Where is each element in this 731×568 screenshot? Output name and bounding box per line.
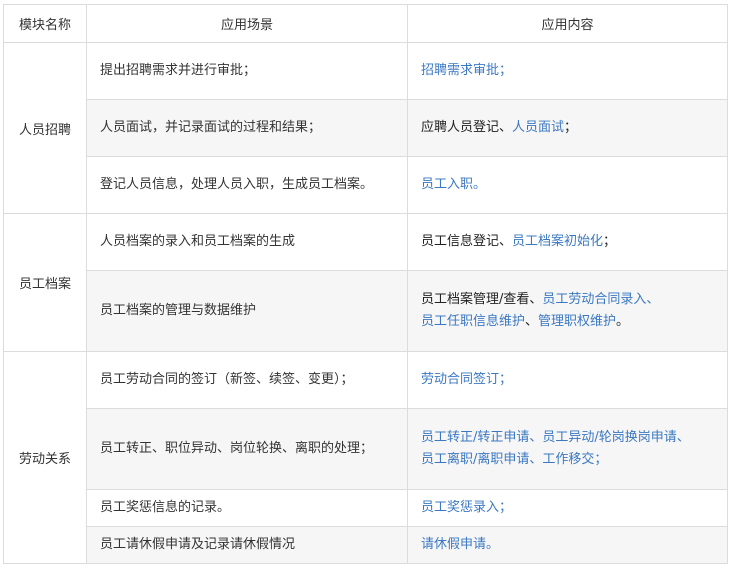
content-line: 员工信息登记、员工档案初始化；	[421, 231, 721, 253]
header-module: 模块名称	[3, 4, 87, 43]
header-content: 应用内容	[407, 4, 728, 43]
scene-cell: 员工奖惩信息的记录。	[86, 489, 408, 527]
content-link[interactable]: 员工奖惩录入	[421, 500, 499, 515]
scene-cell: 员工劳动合同的签订（新签、续签、变更）；	[86, 351, 408, 409]
content-line: 员工奖惩录入；	[421, 497, 721, 519]
content-link[interactable]: 、	[529, 452, 542, 467]
content-cell: 请休假申请。	[407, 526, 728, 564]
content-line: 招聘需求审批；	[421, 60, 721, 82]
content-cell: 员工奖惩录入；	[407, 489, 728, 527]
content-link[interactable]: 员工入职	[421, 177, 473, 192]
scene-cell: 登记人员信息，处理人员入职，生成员工档案。	[86, 156, 408, 214]
module-cell-recruitment: 人员招聘	[3, 42, 87, 214]
content-link[interactable]: 员工转正/转正申请	[421, 430, 529, 445]
content-cell: 员工信息登记、员工档案初始化；	[407, 213, 728, 271]
content-line: 员工任职信息维护、管理职权维护。	[421, 311, 721, 333]
content-line: 劳动合同签订；	[421, 369, 721, 391]
content-text: 员工档案管理/查看	[421, 292, 530, 307]
content-link[interactable]: 人员面试	[512, 120, 564, 135]
content-text: 、	[525, 314, 539, 329]
content-cell: 员工入职。	[407, 156, 728, 214]
content-link[interactable]: 劳动合同签订	[421, 372, 499, 387]
content-link[interactable]: ；	[594, 452, 607, 467]
scene-cell: 员工转正、职位异动、岗位轮换、离职的处理；	[86, 408, 408, 490]
content-link[interactable]: 招聘需求审批	[421, 63, 499, 78]
content-link[interactable]: 请休假申请	[421, 537, 486, 552]
content-text: 员工信息登记	[421, 234, 500, 249]
scene-cell: 人员档案的录入和员工档案的生成	[86, 213, 408, 271]
content-text: 。	[616, 314, 630, 329]
content-link[interactable]: 员工离职/离职申请	[421, 452, 529, 467]
content-cell: 招聘需求审批；	[407, 42, 728, 100]
content-link[interactable]: ；	[499, 500, 512, 515]
content-text: ；	[603, 234, 617, 249]
content-text: 应聘人员登记	[421, 120, 500, 135]
content-link[interactable]: 、	[677, 430, 690, 445]
module-cell-labor-relations: 劳动关系	[3, 351, 87, 564]
table-row: 劳动关系 员工劳动合同的签订（新签、续签、变更）； 劳动合同签订；	[3, 351, 728, 564]
header-scene: 应用场景	[86, 4, 408, 43]
content-line: 请休假申请。	[421, 534, 721, 556]
content-line: 应聘人员登记、人员面试；	[421, 117, 721, 139]
content-line: 员工转正/转正申请、员工异动/轮岗换岗申请、	[421, 427, 721, 449]
table-row: 员工档案 人员档案的录入和员工档案的生成 员工信息登记、员工档案初始化；	[3, 213, 728, 352]
content-link[interactable]: ；	[499, 372, 512, 387]
content-link[interactable]: 员工异动/轮岗换岗申请	[542, 430, 676, 445]
scene-cell: 人员面试，并记录面试的过程和结果；	[86, 99, 408, 157]
content-link[interactable]: 。	[473, 177, 486, 192]
content-link[interactable]: 员工劳动合同录入	[542, 292, 646, 307]
content-link[interactable]: 、	[529, 430, 542, 445]
content-line: 员工入职。	[421, 174, 721, 196]
content-cell: 劳动合同签订；	[407, 351, 728, 409]
content-link[interactable]: 员工档案初始化	[512, 234, 603, 249]
table-row: 员工奖惩信息的记录。 员工奖惩录入；	[4, 489, 728, 527]
content-link[interactable]: 、	[646, 292, 659, 307]
content-text: 、	[499, 120, 513, 135]
content-text: ；	[564, 120, 578, 135]
table-row: 员工档案的管理与数据维护 员工档案管理/查看、员工劳动合同录入、 员工任职信息维护…	[4, 270, 728, 352]
content-text: 、	[499, 234, 513, 249]
scene-cell: 员工档案的管理与数据维护	[86, 270, 408, 352]
table-row: 人员招聘 提出招聘需求并进行审批； 招聘需求审批；	[3, 42, 728, 214]
content-cell: 员工档案管理/查看、员工劳动合同录入、 员工任职信息维护、管理职权维护。	[407, 270, 728, 352]
hr-module-table: 模块名称 应用场景 应用内容 人员招聘 提出招聘需求并进行审批； 招聘需求审批；…	[3, 4, 728, 564]
table-row: 人员面试，并记录面试的过程和结果； 应聘人员登记、人员面试；	[4, 99, 728, 157]
content-text: 、	[529, 292, 543, 307]
header-row: 模块名称 应用场景 应用内容	[3, 4, 728, 43]
content-link[interactable]: 员工任职信息维护	[421, 314, 525, 329]
scene-cell: 员工请休假申请及记录请休假情况	[86, 526, 408, 564]
content-link[interactable]: 工作移交	[542, 452, 594, 467]
table-row: 员工请休假申请及记录请休假情况 请休假申请。	[4, 526, 728, 564]
content-cell: 应聘人员登记、人员面试；	[407, 99, 728, 157]
table-row: 登记人员信息，处理人员入职，生成员工档案。 员工入职。	[4, 156, 728, 214]
content-link[interactable]: 。	[486, 537, 499, 552]
scene-cell: 提出招聘需求并进行审批；	[86, 42, 408, 100]
content-link[interactable]: ；	[499, 63, 512, 78]
content-line: 员工离职/离职申请、工作移交；	[421, 449, 721, 471]
content-cell: 员工转正/转正申请、员工异动/轮岗换岗申请、 员工离职/离职申请、工作移交；	[407, 408, 728, 490]
table-row: 员工转正、职位异动、岗位轮换、离职的处理； 员工转正/转正申请、员工异动/轮岗换…	[4, 408, 728, 490]
content-link[interactable]: 管理职权维护	[538, 314, 616, 329]
module-cell-employee-files: 员工档案	[3, 213, 87, 352]
content-line: 员工档案管理/查看、员工劳动合同录入、	[421, 289, 721, 311]
